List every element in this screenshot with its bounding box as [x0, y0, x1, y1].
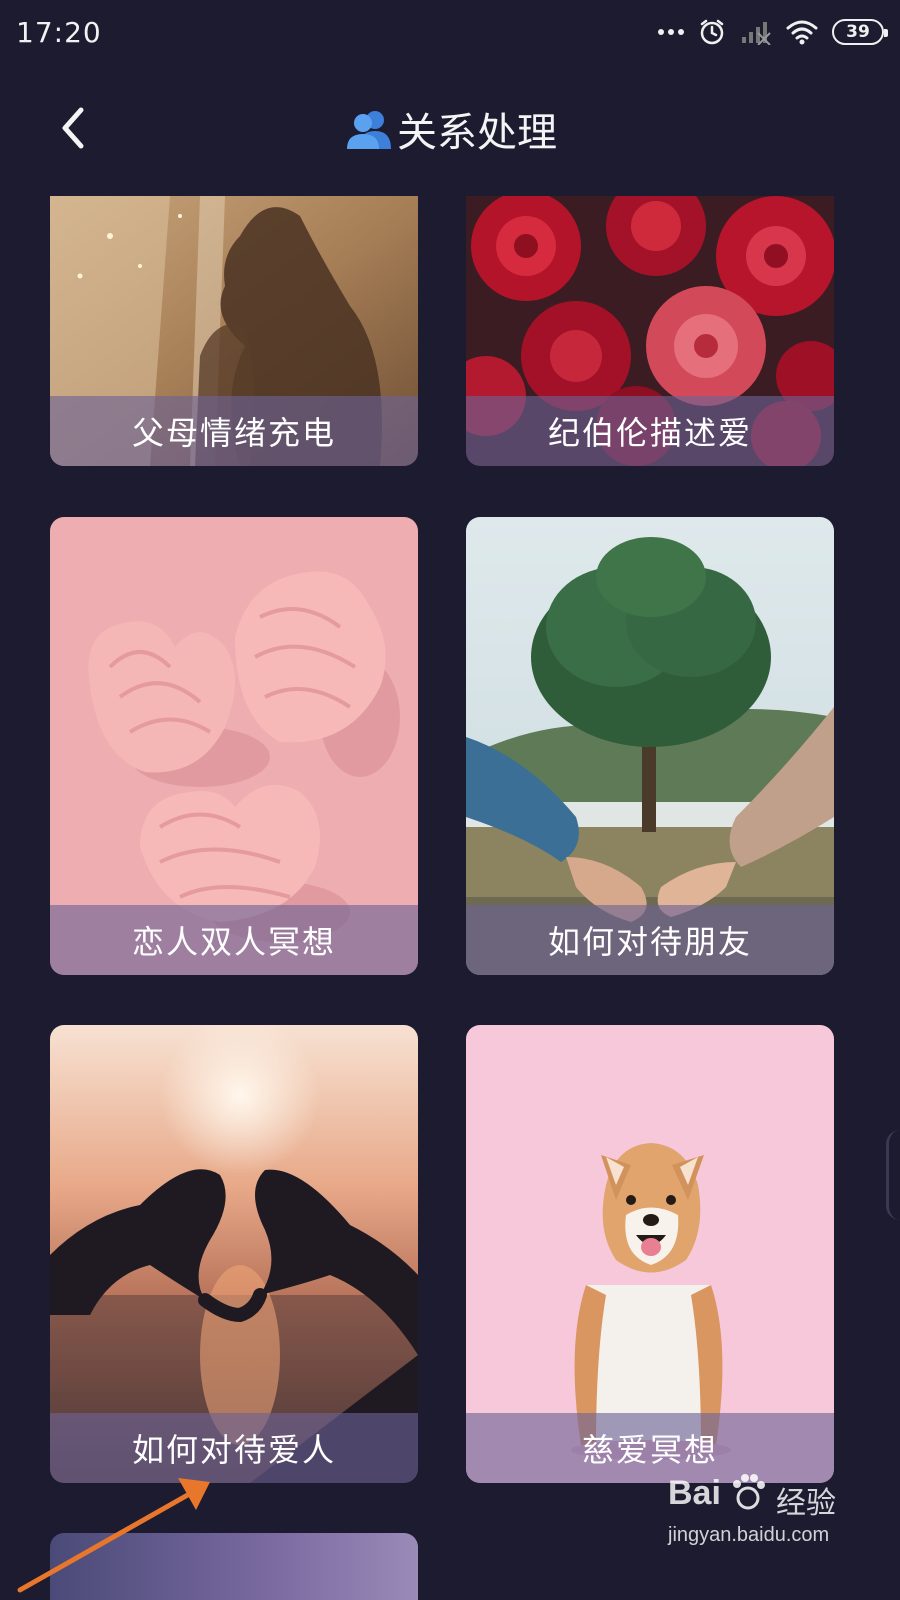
- card-parents-emotion[interactable]: 父母情绪充电: [50, 196, 418, 466]
- baidu-jingyan-watermark: Bai 经验 jingyan.baidu.com: [668, 1466, 838, 1556]
- status-time: 17:20: [16, 15, 102, 49]
- card-label: 父母情绪充电: [50, 396, 418, 466]
- top-bar: 关系处理: [0, 64, 900, 196]
- paw-icon: [733, 1474, 765, 1510]
- alarm-icon: [698, 18, 726, 46]
- watermark-brand-cn: 经验: [776, 1486, 836, 1521]
- card-label: 纪伯伦描述爱: [466, 396, 834, 466]
- watermark-url: jingyan.baidu.com: [668, 1524, 830, 1546]
- watermark-brand: Bai: [668, 1474, 721, 1512]
- card-label: 如何对待朋友: [466, 905, 834, 975]
- card-treat-friends[interactable]: 如何对待朋友: [466, 517, 834, 975]
- card-couple-meditation[interactable]: 恋人双人冥想: [50, 517, 418, 975]
- scroll-handle[interactable]: [886, 1130, 900, 1220]
- card-gibran-love[interactable]: 纪伯伦描述爱: [466, 196, 834, 466]
- page-title-wrap: 关系处理: [0, 100, 900, 158]
- card-treat-lover[interactable]: 如何对待爱人: [50, 1025, 418, 1483]
- card-label: 恋人双人冥想: [50, 905, 418, 975]
- cellular-signal-icon: [740, 19, 772, 45]
- wifi-icon: [786, 19, 818, 45]
- app-screen: 17:20 39 关系处理 父母情绪充电 纪伯伦描述爱 恋人双人冥想 如何对待朋…: [0, 0, 900, 1600]
- status-icons: 39: [658, 18, 888, 46]
- page-title: 关系处理: [397, 110, 557, 156]
- battery-icon: 39: [832, 19, 888, 45]
- battery-level: 39: [846, 22, 870, 42]
- two-people-icon: [343, 107, 395, 151]
- card-loving-kindness-meditation[interactable]: 慈爱冥想: [466, 1025, 834, 1483]
- annotation-arrow-icon: [17, 1478, 210, 1593]
- status-bar: 17:20 39: [0, 0, 900, 64]
- more-dots-icon: [658, 29, 684, 35]
